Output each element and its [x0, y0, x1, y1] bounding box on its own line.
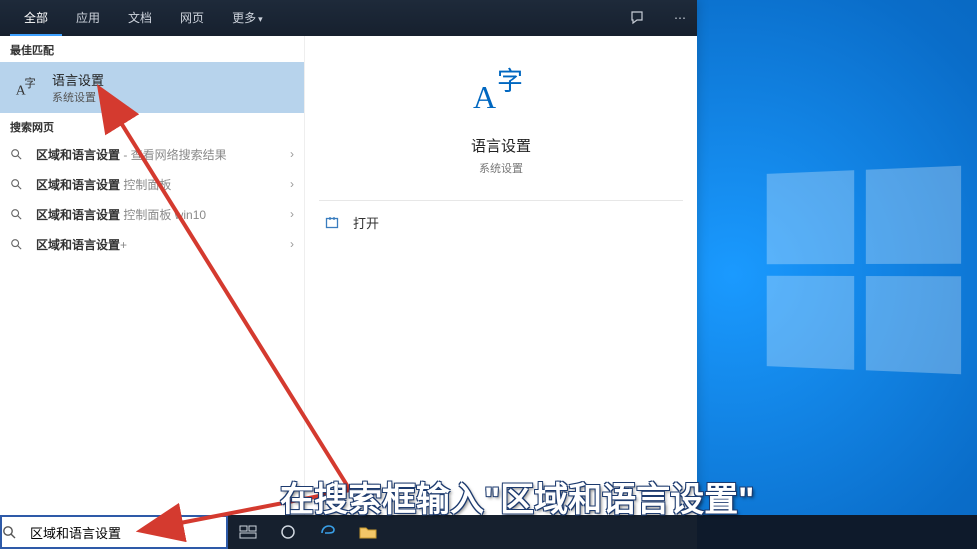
- open-action[interactable]: 打开: [305, 201, 697, 244]
- svg-text:A: A: [473, 79, 496, 115]
- tab-apps[interactable]: 应用: [62, 0, 114, 36]
- search-input-container[interactable]: [0, 515, 228, 549]
- web-result-text: 区域和语言设置 控制面板 win10: [36, 206, 284, 223]
- windows-logo: [767, 166, 961, 374]
- start-search-panel: 全部 应用 文档 网页 更多▾ ⋯ 最佳匹配 A 字 语言设置: [0, 0, 697, 549]
- web-result-text: 区域和语言设置 - 查看网络搜索结果: [36, 146, 284, 163]
- web-result-item[interactable]: 区域和语言设置 控制面板›: [0, 169, 304, 199]
- svg-text:字: 字: [497, 67, 523, 96]
- tab-docs[interactable]: 文档: [114, 0, 166, 36]
- result-preview-pane: A 字 语言设置 系统设置 打开: [304, 36, 697, 549]
- tab-more[interactable]: 更多▾: [218, 0, 277, 36]
- search-icon: [10, 238, 28, 250]
- search-icon: [10, 208, 28, 220]
- chevron-down-icon: ▾: [258, 14, 263, 24]
- chevron-right-icon: ›: [284, 177, 294, 191]
- taskbar-explorer-icon[interactable]: [348, 515, 388, 549]
- more-options-icon[interactable]: ⋯: [663, 11, 697, 25]
- taskbar-fragment: [228, 515, 697, 549]
- taskbar-edge-icon[interactable]: [308, 515, 348, 549]
- section-web-search: 搜索网页: [0, 113, 304, 139]
- results-list: 最佳匹配 A 字 语言设置 系统设置 搜索网页 区域和语言设置 - 查看网络搜索…: [0, 36, 304, 549]
- tab-web[interactable]: 网页: [166, 0, 218, 36]
- chevron-right-icon: ›: [284, 237, 294, 251]
- best-match-item[interactable]: A 字 语言设置 系统设置: [0, 62, 304, 113]
- open-icon: [325, 216, 343, 230]
- search-input[interactable]: [30, 517, 226, 547]
- web-result-text: 区域和语言设置 控制面板: [36, 176, 284, 193]
- search-icon: [2, 525, 30, 539]
- preview-language-icon: A 字: [469, 62, 533, 118]
- best-match-subtitle: 系统设置: [52, 89, 104, 105]
- svg-text:字: 字: [25, 75, 36, 89]
- search-icon: [10, 178, 28, 190]
- preview-title: 语言设置: [305, 135, 697, 156]
- search-tabs: 全部 应用 文档 网页 更多▾ ⋯: [0, 0, 697, 36]
- section-best-match: 最佳匹配: [0, 36, 304, 62]
- search-icon: [10, 148, 28, 160]
- chevron-right-icon: ›: [284, 207, 294, 221]
- web-result-item[interactable]: 区域和语言设置 - 查看网络搜索结果›: [0, 139, 304, 169]
- best-match-title: 语言设置: [52, 70, 104, 89]
- web-result-item[interactable]: 区域和语言设置+›: [0, 229, 304, 259]
- chevron-right-icon: ›: [284, 147, 294, 161]
- preview-subtitle: 系统设置: [305, 160, 697, 176]
- feedback-icon[interactable]: [629, 10, 663, 26]
- web-result-item[interactable]: 区域和语言设置 控制面板 win10›: [0, 199, 304, 229]
- desktop-taskbar: [697, 515, 977, 549]
- taskbar-cortana-icon[interactable]: [268, 515, 308, 549]
- task-view-icon[interactable]: [228, 515, 268, 549]
- tab-all[interactable]: 全部: [10, 0, 62, 36]
- open-label: 打开: [353, 213, 379, 232]
- tab-more-label: 更多: [232, 11, 256, 25]
- language-settings-icon: A 字: [10, 71, 44, 105]
- web-result-text: 区域和语言设置+: [36, 236, 284, 253]
